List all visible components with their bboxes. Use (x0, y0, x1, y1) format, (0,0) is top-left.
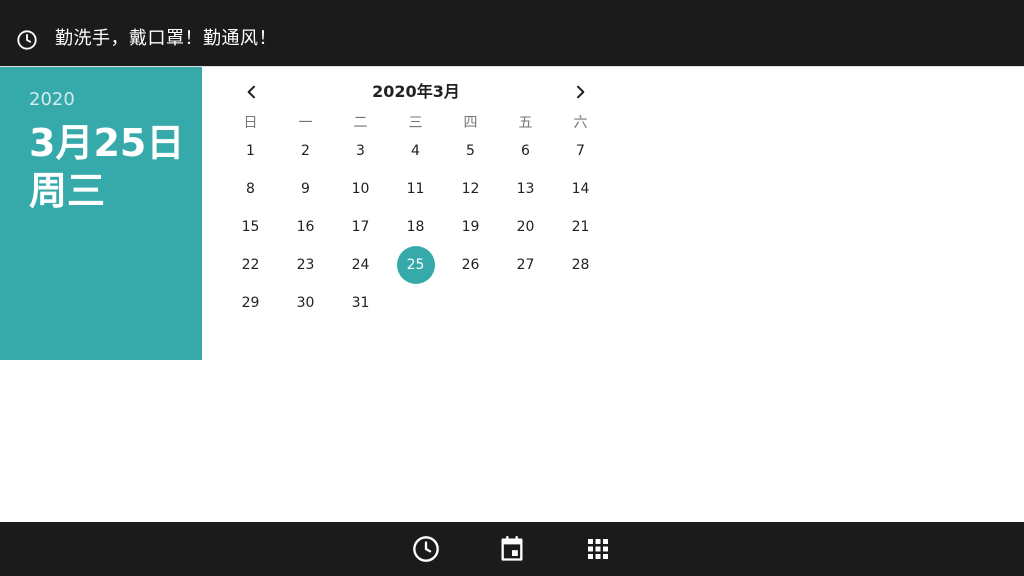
selected-year[interactable]: 2020 (29, 89, 75, 111)
calendar-day[interactable]: 19 (443, 208, 498, 246)
weekday-label: 二 (353, 115, 368, 131)
top-app-bar: 勤洗手，戴口罩！勤通风！ (0, 0, 1024, 67)
month-title: 2020年3月 (372, 82, 460, 101)
calendar-day[interactable]: 23 (278, 246, 333, 284)
nav-clock-button[interactable] (412, 535, 440, 563)
calendar-day[interactable]: 9 (278, 170, 333, 208)
calendar-day[interactable]: 16 (278, 208, 333, 246)
calendar-day[interactable]: 28 (553, 246, 608, 284)
nav-calendar-button[interactable] (498, 535, 526, 563)
next-month-button[interactable] (565, 78, 595, 106)
calendar-day[interactable]: 30 (278, 284, 333, 322)
selected-date-panel: 2020 3月25日周三 (0, 67, 202, 360)
calendar-day[interactable]: 31 (333, 284, 388, 322)
bottom-navigation (0, 522, 1024, 576)
calendar-day[interactable]: 10 (333, 170, 388, 208)
calendar-header: 2020年3月 (236, 78, 596, 106)
calendar-day[interactable]: 17 (333, 208, 388, 246)
calendar-day[interactable]: 6 (498, 132, 553, 170)
weekday-label: 日 (243, 115, 258, 131)
nav-apps-button[interactable] (584, 535, 612, 563)
weekday-label: 三 (408, 115, 423, 131)
calendar-day[interactable]: 13 (498, 170, 553, 208)
calendar-day[interactable]: 27 (498, 246, 553, 284)
calendar-day[interactable]: 12 (443, 170, 498, 208)
weekday-label: 一 (298, 115, 313, 131)
calendar-day[interactable]: 21 (553, 208, 608, 246)
calendar-day[interactable]: 3 (333, 132, 388, 170)
calendar-day[interactable]: 11 (388, 170, 443, 208)
calendar-day[interactable]: 1 (223, 132, 278, 170)
reminder-title: 勤洗手，戴口罩！勤通风！ (55, 28, 277, 49)
calendar-day[interactable]: 26 (443, 246, 498, 284)
apps-grid-icon (588, 539, 608, 559)
calendar-day[interactable]: 4 (388, 132, 443, 170)
weekday-label: 六 (573, 115, 588, 131)
weekday-label: 四 (463, 115, 478, 131)
calendar-day[interactable]: 29 (223, 284, 278, 322)
chevron-right-icon (577, 85, 585, 99)
weekday-label: 五 (518, 115, 533, 131)
calendar-icon (501, 536, 523, 561)
calendar-day[interactable]: 7 (553, 132, 608, 170)
calendar-day[interactable]: 2 (278, 132, 333, 170)
alarm-clock-icon (413, 536, 439, 562)
calendar-day[interactable]: 15 (223, 208, 278, 246)
calendar-day[interactable]: 22 (223, 246, 278, 284)
calendar-day[interactable]: 5 (443, 132, 498, 170)
selected-day[interactable]: 25 (388, 246, 443, 284)
clock-icon (17, 30, 37, 50)
selected-date[interactable]: 3月25日周三 (29, 119, 194, 215)
calendar-day[interactable]: 14 (553, 170, 608, 208)
calendar-day[interactable]: 24 (333, 246, 388, 284)
calendar-day[interactable]: 18 (388, 208, 443, 246)
calendar-day[interactable]: 8 (223, 170, 278, 208)
calendar-day[interactable]: 20 (498, 208, 553, 246)
day-number: 25 (396, 246, 435, 284)
